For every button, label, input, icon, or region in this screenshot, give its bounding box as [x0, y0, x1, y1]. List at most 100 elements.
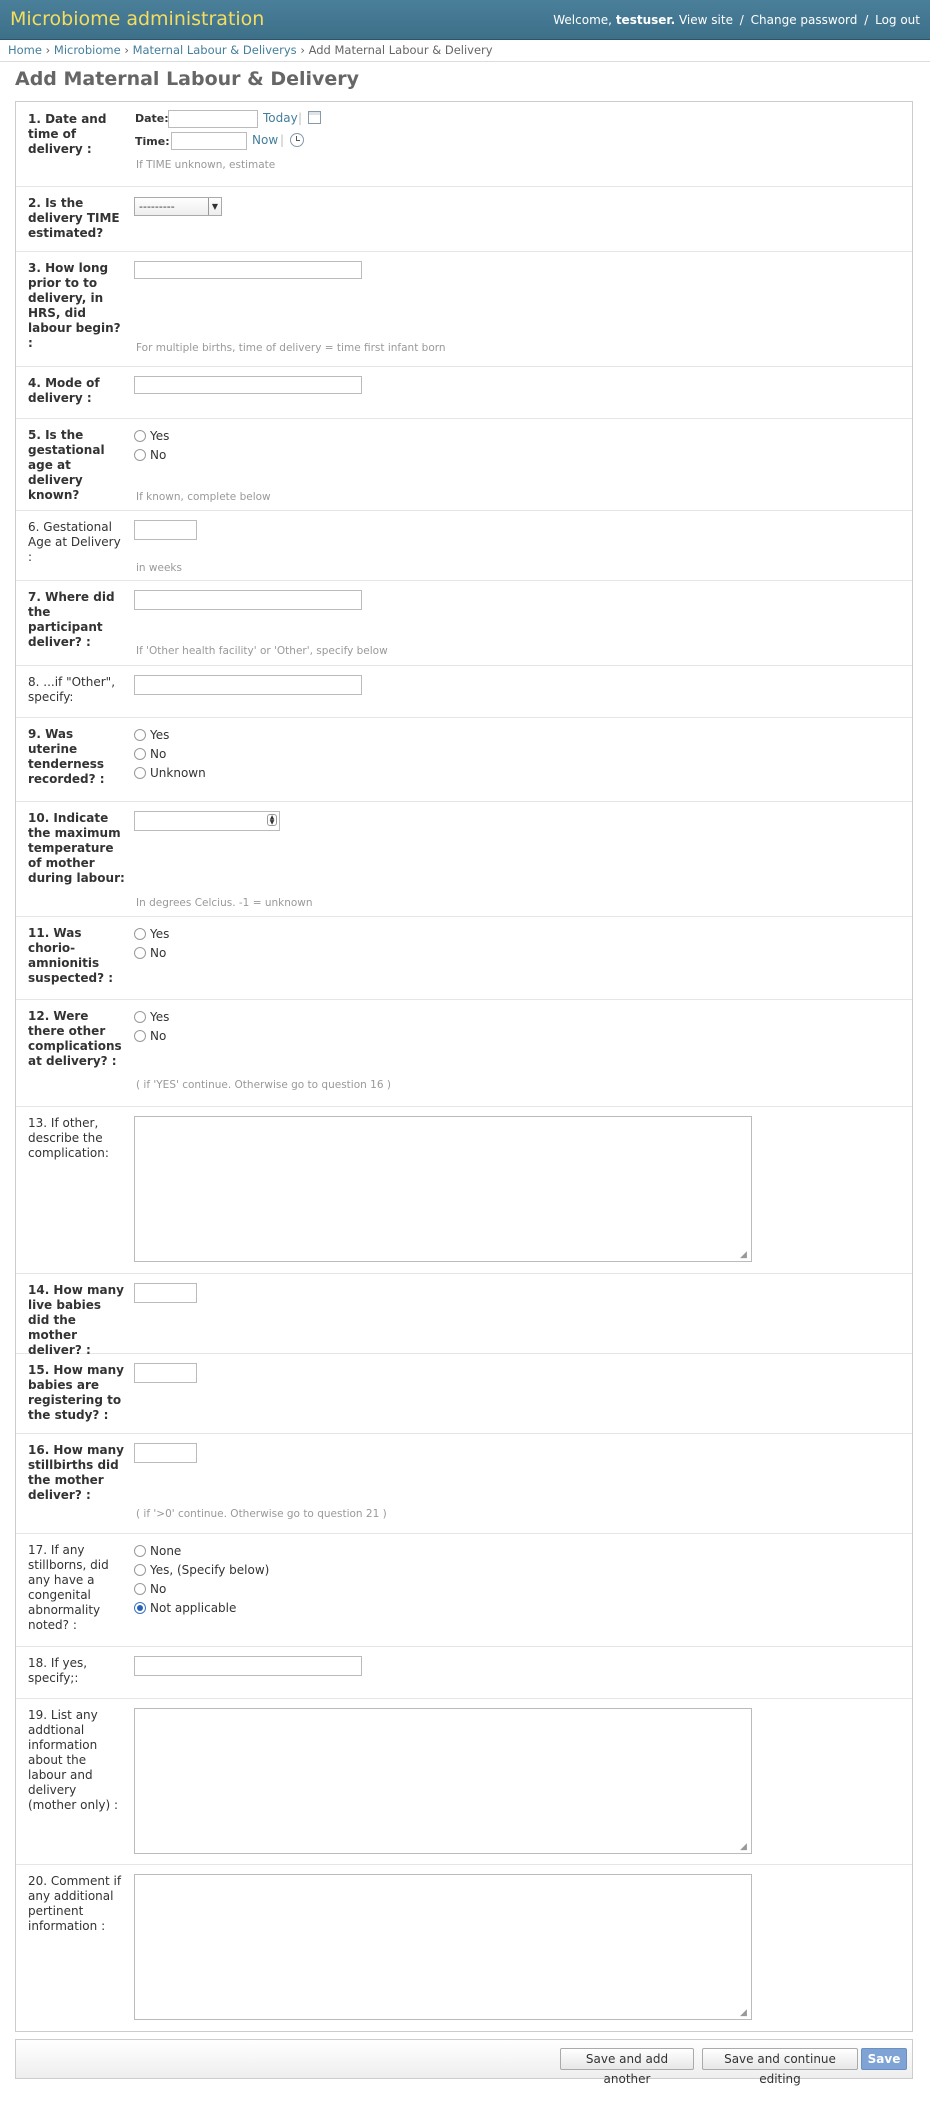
breadcrumb-app[interactable]: Microbiome — [54, 43, 121, 57]
label-complication-description: 13. If other, describe the complication: — [28, 1116, 109, 1160]
resize-handle-icon[interactable]: ◢ — [740, 2008, 750, 2018]
radio-unknown[interactable]: Unknown — [134, 766, 206, 780]
row-yes-specify: 18. If yes, specify;: — [16, 1646, 912, 1699]
help-text: If known, complete below — [136, 491, 271, 503]
breadcrumb: Home › Microbiome › Maternal Labour & De… — [0, 40, 930, 62]
label-chorioamnionitis: 11. Was chorio-amnionitis suspected? : — [28, 926, 114, 985]
breadcrumb-home[interactable]: Home — [8, 43, 42, 57]
help-text: ( if 'YES' continue. Otherwise go to que… — [136, 1079, 391, 1091]
row-delivery-place: 7. Where did the participant deliver? : … — [16, 580, 912, 666]
live-babies-input[interactable] — [134, 1283, 197, 1303]
date-input[interactable] — [168, 110, 258, 128]
label-yes-specify: 18. If yes, specify;: — [28, 1656, 88, 1685]
time-label: Time: — [135, 135, 170, 148]
radio-button[interactable] — [134, 449, 146, 461]
radio-button[interactable] — [134, 748, 146, 760]
row-comment: 20. Comment if any additional pertinent … — [16, 1864, 912, 2032]
separator: | — [298, 111, 303, 125]
row-babies-registering: 15. How many babies are registering to t… — [16, 1353, 912, 1434]
time-estimated-select[interactable]: --------- ▼ — [134, 197, 222, 216]
row-chorioamnionitis: 11. Was chorio-amnionitis suspected? : Y… — [16, 916, 912, 1000]
radio-yes[interactable]: Yes — [134, 429, 169, 443]
radio-no[interactable]: No — [134, 946, 166, 960]
radio-button[interactable] — [134, 1564, 146, 1576]
form-fieldset: 1. Date and time of delivery : Date: Tod… — [15, 101, 913, 2032]
radio-button-selected[interactable] — [134, 1602, 146, 1614]
radio-no[interactable]: No — [134, 448, 166, 462]
comment-textarea[interactable] — [134, 1874, 752, 2020]
radio-button[interactable] — [134, 947, 146, 959]
today-link[interactable]: Today — [263, 111, 298, 125]
other-specify-input[interactable] — [134, 675, 362, 695]
radio-yes[interactable]: Yes — [134, 927, 169, 941]
row-time-estimated: 2. Is the delivery TIME estimated? -----… — [16, 186, 912, 252]
save-button[interactable]: Save — [861, 2048, 907, 2070]
change-password-link[interactable]: Change password — [751, 13, 858, 27]
radio-button[interactable] — [134, 767, 146, 779]
label-mode-of-delivery: 4. Mode of delivery : — [28, 376, 100, 405]
radio-yes[interactable]: Yes — [134, 1010, 169, 1024]
breadcrumb-separator: › — [300, 43, 305, 57]
radio-no[interactable]: No — [134, 1029, 166, 1043]
log-out-link[interactable]: Log out — [875, 13, 920, 27]
label-max-temperature: 10. Indicate the maximum temperature of … — [28, 811, 125, 885]
radio-button[interactable] — [134, 1011, 146, 1023]
row-mode-of-delivery: 4. Mode of delivery : — [16, 366, 912, 419]
label-additional-information: 19. List any addtional information about… — [28, 1708, 119, 1812]
date-label: Date: — [135, 112, 169, 125]
save-and-continue-button[interactable]: Save and continue editing — [702, 2048, 858, 2086]
radio-yes[interactable]: Yes — [134, 728, 169, 742]
resize-handle-icon[interactable]: ◢ — [740, 1250, 750, 1260]
radio-label: Yes — [150, 728, 170, 742]
additional-information-textarea[interactable] — [134, 1708, 752, 1854]
breadcrumb-model[interactable]: Maternal Labour & Deliverys — [133, 43, 297, 57]
radio-button[interactable] — [134, 729, 146, 741]
clock-icon[interactable] — [290, 133, 304, 147]
labour-hours-input[interactable] — [134, 261, 362, 279]
radio-no[interactable]: No — [134, 1582, 166, 1596]
row-other-complications: 12. Were there other complications at de… — [16, 999, 912, 1107]
stillbirths-input[interactable] — [134, 1443, 197, 1463]
delivery-place-input[interactable] — [134, 590, 362, 610]
now-link[interactable]: Now — [252, 133, 278, 147]
resize-handle-icon[interactable]: ◢ — [740, 1842, 750, 1852]
help-text: If 'Other health facility' or 'Other', s… — [136, 645, 388, 657]
separator: / — [739, 13, 744, 27]
stepper-icon[interactable]: ▲ ▼ — [267, 814, 277, 826]
gestational-age-input[interactable] — [134, 520, 197, 540]
row-uterine-tenderness: 9. Was uterine tenderness recorded? : Ye… — [16, 717, 912, 802]
babies-registering-input[interactable] — [134, 1363, 197, 1383]
save-and-add-another-button[interactable]: Save and add another — [560, 2048, 694, 2086]
label-comment: 20. Comment if any additional pertinent … — [28, 1874, 122, 1933]
row-labour-hours: 3. How long prior to to delivery, in HRS… — [16, 251, 912, 367]
label-gestational-age-known: 5. Is the gestational age at delivery kn… — [28, 428, 105, 502]
radio-label: No — [150, 1582, 167, 1596]
help-text: ( if '>0' continue. Otherwise go to ques… — [136, 1508, 387, 1520]
time-input[interactable] — [171, 132, 247, 150]
site-brand[interactable]: Microbiome administration — [10, 8, 264, 30]
calendar-icon[interactable] — [308, 111, 321, 124]
max-temperature-input[interactable] — [134, 811, 280, 831]
label-congenital-abnormality: 17. If any stillborns, did any have a co… — [28, 1543, 109, 1632]
separator: | — [280, 133, 285, 147]
label-other-complications: 12. Were there other complications at de… — [28, 1009, 122, 1068]
row-congenital-abnormality: 17. If any stillborns, did any have a co… — [16, 1533, 912, 1647]
complication-description-textarea[interactable] — [134, 1116, 752, 1262]
mode-of-delivery-input[interactable] — [134, 376, 362, 394]
view-site-link[interactable]: View site — [679, 13, 733, 27]
row-complication-description: 13. If other, describe the complication:… — [16, 1106, 912, 1274]
select-value: --------- — [139, 200, 175, 213]
radio-button[interactable] — [134, 928, 146, 940]
radio-none[interactable]: None — [134, 1544, 181, 1558]
radio-button[interactable] — [134, 1545, 146, 1557]
label-other-specify: 8. ...if "Other", specify: — [28, 675, 116, 704]
radio-no[interactable]: No — [134, 747, 166, 761]
radio-yes-specify[interactable]: Yes, (Specify below) — [134, 1563, 269, 1577]
row-delivery-datetime: 1. Date and time of delivery : Date: Tod… — [16, 102, 912, 187]
radio-not-applicable[interactable]: Not applicable — [134, 1601, 236, 1615]
radio-button[interactable] — [134, 1030, 146, 1042]
label-babies-registering: 15. How many babies are registering to t… — [28, 1363, 124, 1422]
yes-specify-input[interactable] — [134, 1656, 362, 1676]
radio-button[interactable] — [134, 430, 146, 442]
radio-button[interactable] — [134, 1583, 146, 1595]
